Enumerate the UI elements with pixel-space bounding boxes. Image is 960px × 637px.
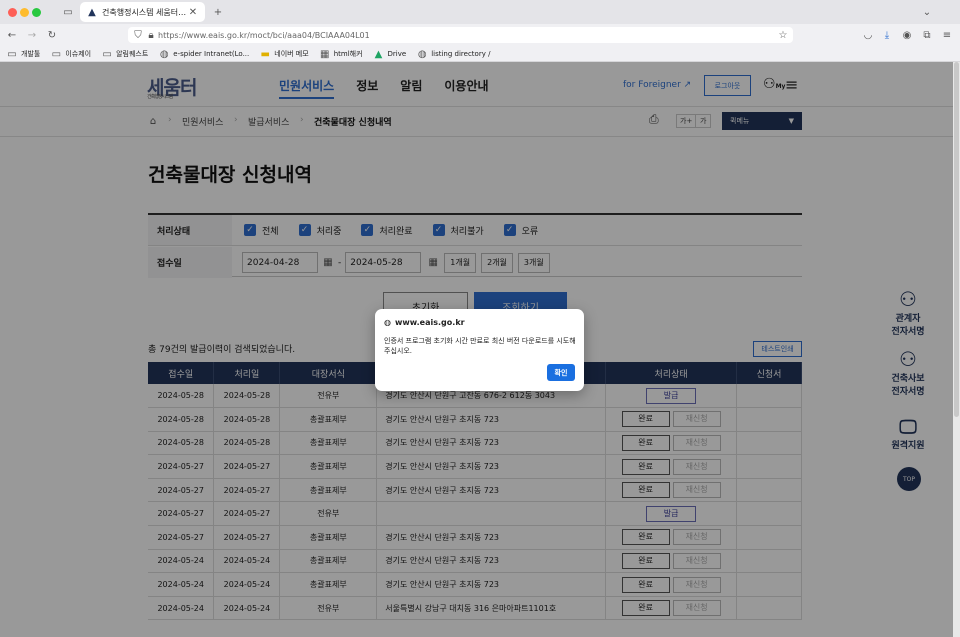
tab-list-icon[interactable]: ▭ [62, 6, 74, 18]
lock-icon: 🔒︎ [148, 29, 154, 41]
bookmark-item[interactable]: ▭ 이슈제이 [50, 48, 92, 60]
back-icon[interactable]: ← [6, 29, 18, 41]
globe-icon: ◍ [159, 48, 169, 60]
tab-bar: ▭ ▲ 건축행정시스템 세움터 - 민원서비스 ✕ + ⌄ [0, 0, 960, 24]
close-tab-icon[interactable]: ✕ [187, 6, 199, 18]
browser-chrome: ▭ ▲ 건축행정시스템 세움터 - 민원서비스 ✕ + ⌄ ← → ↻ ⛉ 🔒︎… [0, 0, 960, 62]
folder-icon: ▭ [51, 48, 62, 60]
folder-icon: ▭ [7, 48, 17, 60]
folder-icon: ▭ [102, 48, 112, 60]
menu-icon[interactable]: ≡ [941, 29, 953, 41]
bookmark-item[interactable]: ▲ Drive [373, 48, 407, 60]
minimize-window-icon[interactable] [20, 8, 29, 17]
html-icon: ▦ [319, 48, 330, 60]
memo-icon: ▬ [260, 48, 270, 60]
bookmark-item[interactable]: ▬ 네이버 메모 [259, 48, 309, 60]
extensions-icon[interactable]: ⧉ [921, 29, 933, 41]
drive-icon: ▲ [374, 48, 383, 60]
alert-dialog: ◍ www.eais.go.kr 인증서 프로그램 초기화 시간 만료로 최신 … [375, 309, 584, 391]
chevron-down-icon[interactable]: ⌄ [921, 6, 933, 18]
globe-icon: ◍ [417, 48, 427, 60]
bookmark-item[interactable]: ▭ 알림퀘스트 [101, 48, 148, 60]
forward-icon[interactable]: → [26, 29, 38, 41]
bookmark-star-icon[interactable]: ☆ [777, 29, 789, 41]
download-icon[interactable]: ⤓ [881, 29, 893, 41]
shield-icon: ⛉ [134, 29, 142, 41]
address-bar[interactable]: ⛉ 🔒︎ https://www.eais.go.kr/moct/bci/aaa… [128, 27, 793, 43]
dialog-host: ◍ www.eais.go.kr [384, 318, 465, 327]
dialog-message: 인증서 프로그램 초기화 시간 만료로 최신 버전 다운로드를 시도해주십시오. [384, 337, 576, 355]
tab-title: 건축행정시스템 세움터 - 민원서비스 [102, 7, 187, 17]
reload-icon[interactable]: ↻ [46, 29, 58, 41]
new-tab-icon[interactable]: + [212, 6, 224, 18]
bookmark-item[interactable]: ◍ listing directory / [416, 48, 491, 60]
bookmark-item[interactable]: ◍ e-spider Intranet(Lo... [158, 48, 249, 60]
globe-icon: ◍ [384, 318, 391, 327]
url-text: https://www.eais.go.kr/moct/bci/aaa04/BC… [158, 30, 370, 40]
browser-tab[interactable]: ▲ 건축행정시스템 세움터 - 민원서비스 ✕ [80, 2, 205, 22]
bookmark-item[interactable]: ▭ 개발툴 [6, 48, 40, 60]
bookmark-item[interactable]: ▦ html해커 [319, 48, 363, 60]
site-favicon-icon: ▲ [88, 6, 96, 18]
bookmarks-bar: ▭ 개발툴 ▭ 이슈제이 ▭ 알림퀘스트 ◍ e-spider Intranet(Lo.… [0, 46, 960, 62]
dialog-ok-button[interactable]: 확인 [547, 364, 575, 381]
maximize-window-icon[interactable] [32, 8, 41, 17]
close-window-icon[interactable] [8, 8, 17, 17]
scrollbar-thumb[interactable] [954, 62, 959, 417]
scrollbar[interactable] [953, 62, 960, 637]
account-icon[interactable]: ◉ [901, 29, 913, 41]
pocket-icon[interactable]: ◡ [862, 29, 874, 41]
